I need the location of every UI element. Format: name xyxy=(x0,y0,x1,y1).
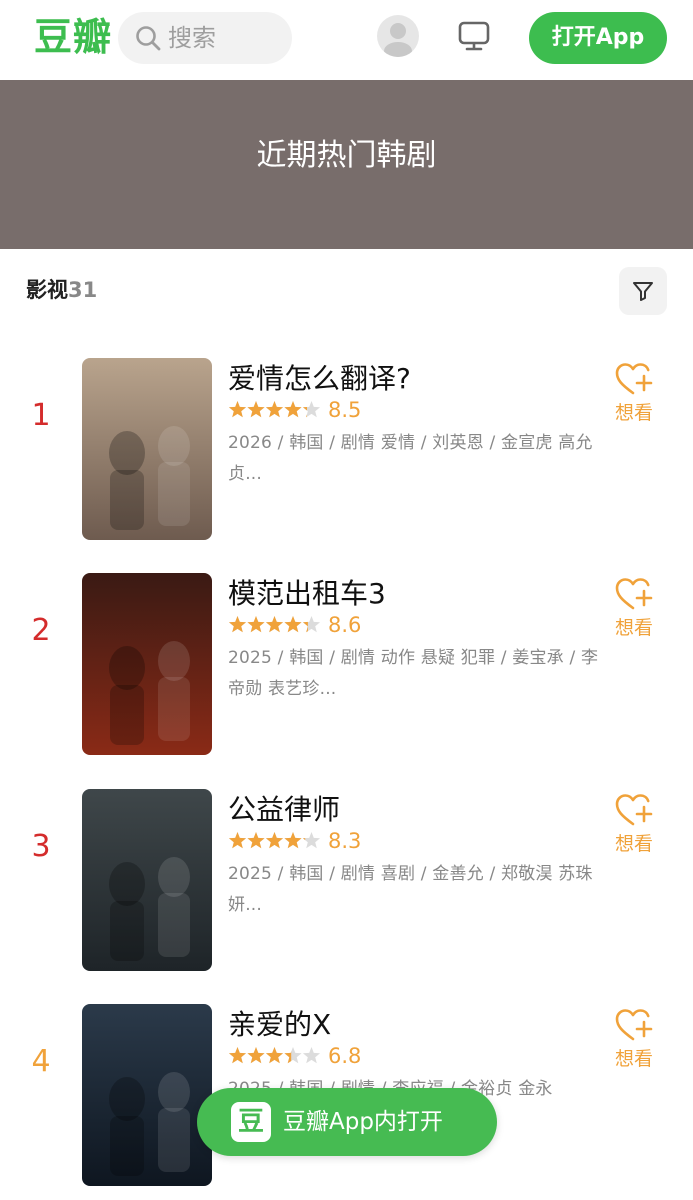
section-label: 影视 xyxy=(26,278,68,302)
filter-button[interactable] xyxy=(619,267,667,315)
heart-plus-icon xyxy=(615,578,653,610)
item-title[interactable]: 模范出租车3 xyxy=(228,575,386,613)
item-title[interactable]: 公益律师 xyxy=(228,791,340,829)
list-item[interactable]: 公益律师 8.3 2025 / 韩国 / 剧情 喜剧 / 金善允 / 郑敬淏 苏珠妍… xyxy=(0,789,693,974)
item-title[interactable]: 亲爱的X xyxy=(228,1006,331,1044)
page-banner: 近期热门韩剧 xyxy=(0,80,693,249)
douban-logo[interactable]: 豆瓣 xyxy=(34,14,112,60)
item-meta: 2025 / 韩国 / 剧情 喜剧 / 金善允 / 郑敬淏 苏珠妍... xyxy=(228,864,593,915)
douban-app-icon: 豆 xyxy=(231,1102,271,1142)
open-in-app-button[interactable]: 豆 豆瓣App内打开 xyxy=(197,1088,497,1156)
want-to-watch-label: 想看 xyxy=(614,617,653,639)
rank-number: 4 xyxy=(31,1044,51,1079)
search-icon xyxy=(136,26,161,51)
want-to-watch-label: 想看 xyxy=(614,1048,653,1070)
rating-stars xyxy=(228,401,321,418)
want-to-watch-button[interactable]: 想看 xyxy=(610,1008,658,1072)
filter-icon xyxy=(633,282,653,301)
rating-score: 8.6 xyxy=(328,613,362,637)
heart-plus-icon xyxy=(615,1009,653,1041)
rating-stars xyxy=(228,1047,321,1064)
poster-image[interactable] xyxy=(82,1004,212,1186)
heart-plus-icon xyxy=(615,363,653,395)
poster-image[interactable] xyxy=(82,358,212,540)
search-placeholder: 搜索 xyxy=(168,24,216,52)
item-meta: 2025 / 韩国 / 剧情 动作 悬疑 犯罪 / 姜宝承 / 李帝勋 表艺珍.… xyxy=(228,648,599,699)
top-header: 豆瓣 搜索 打开App xyxy=(0,0,693,80)
want-to-watch-label: 想看 xyxy=(614,402,653,424)
search-input[interactable]: 搜索 xyxy=(118,12,292,64)
rating-score: 8.3 xyxy=(328,829,362,853)
rank-number: 3 xyxy=(31,829,51,864)
item-title[interactable]: 爱情怎么翻译? xyxy=(228,360,411,398)
avatar[interactable] xyxy=(377,15,419,57)
rating-score: 6.8 xyxy=(328,1044,362,1068)
page-title: 近期热门韩剧 xyxy=(256,138,437,173)
want-to-watch-label: 想看 xyxy=(614,833,653,855)
heart-plus-icon xyxy=(615,794,653,826)
rating-stars xyxy=(228,832,321,849)
item-meta: 2026 / 韩国 / 剧情 爱情 / 刘英恩 / 金宣虎 高允贞... xyxy=(228,433,593,484)
rating-score: 8.5 xyxy=(328,398,362,422)
want-to-watch-button[interactable]: 想看 xyxy=(610,362,658,426)
section-header: 影视31 xyxy=(26,276,97,304)
rank-number: 1 xyxy=(31,398,51,433)
list-item[interactable]: 爱情怎么翻译? 8.5 2026 / 韩国 / 剧情 爱情 / 刘英恩 / 金宣虎 … xyxy=(0,358,693,543)
section-count: 31 xyxy=(68,278,98,302)
tv-icon[interactable] xyxy=(456,18,492,54)
open-in-app-label: 豆瓣App内打开 xyxy=(283,1109,443,1135)
poster-image[interactable] xyxy=(82,573,212,755)
rating-stars xyxy=(228,616,321,633)
poster-image[interactable] xyxy=(82,789,212,971)
user-icon xyxy=(384,23,412,57)
want-to-watch-button[interactable]: 想看 xyxy=(610,577,658,641)
want-to-watch-button[interactable]: 想看 xyxy=(610,793,658,857)
list-item[interactable]: 模范出租车3 8.6 2025 / 韩国 / 剧情 动作 悬疑 犯罪 / 姜宝承 /… xyxy=(0,573,693,758)
rank-number: 2 xyxy=(31,613,51,648)
open-app-button[interactable]: 打开App xyxy=(529,12,667,64)
